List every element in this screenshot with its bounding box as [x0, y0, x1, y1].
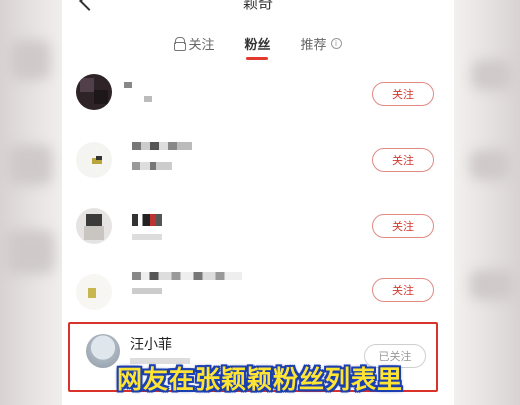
follow-button[interactable]: 关注 [372, 82, 434, 106]
blurred-background-left [0, 0, 70, 405]
avatar [76, 74, 112, 110]
page-title: 颖奇 [242, 0, 273, 12]
mosaic-name [132, 214, 162, 226]
avatar [76, 142, 112, 178]
follow-button[interactable]: 关注 [372, 278, 434, 302]
list-item[interactable]: 关注 [62, 66, 454, 130]
tab-following-label: 关注 [188, 37, 215, 53]
avatar [76, 274, 112, 310]
list-item[interactable]: 关注 [62, 194, 454, 258]
tab-fans-label: 粉丝 [244, 37, 271, 53]
top-bar: 颖奇 [62, 0, 454, 18]
mosaic-name [132, 272, 242, 280]
mosaic-name [124, 82, 132, 88]
list-item[interactable]: 关注 [62, 130, 454, 194]
follow-button[interactable]: 关注 [372, 148, 434, 172]
fans-list-screen: 颖奇 关注 粉丝 推荐 i 关注 关注 关注 关注 汪小菲 已关注 [62, 0, 454, 405]
mosaic-detail [132, 234, 162, 240]
mosaic-detail [132, 288, 162, 294]
avatar [76, 208, 112, 244]
tab-recommended[interactable]: 推荐 i [301, 30, 342, 56]
mosaic-detail [144, 96, 152, 102]
lock-icon [174, 37, 187, 51]
caption-overlay: 网友在张颖颖粉丝列表里 [116, 365, 403, 394]
mosaic-name [132, 142, 192, 150]
info-icon: i [330, 37, 342, 49]
list-item[interactable]: 关注 [62, 258, 454, 322]
blurred-background-right [450, 0, 520, 405]
tab-fans[interactable]: 粉丝 [244, 30, 270, 56]
tab-following[interactable]: 关注 [174, 30, 214, 56]
mosaic-detail [132, 162, 172, 170]
tab-recommended-label: 推荐 [300, 37, 327, 53]
follow-button[interactable]: 关注 [372, 214, 434, 238]
fan-name: 汪小菲 [130, 337, 172, 353]
fans-list: 关注 关注 关注 关注 [62, 66, 454, 322]
tab-bar: 关注 粉丝 推荐 i [62, 30, 454, 60]
